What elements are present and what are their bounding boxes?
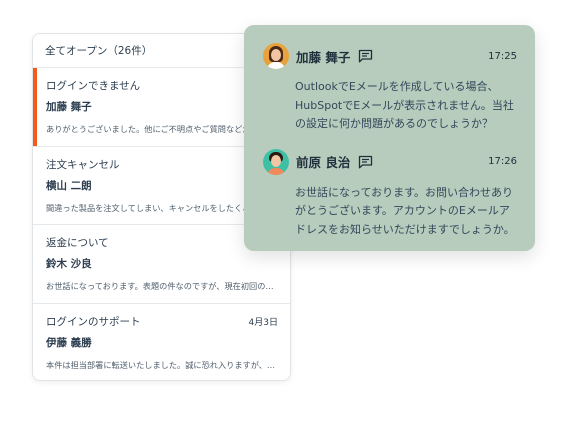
avatar — [263, 148, 289, 175]
message-text: お世話になっております。お問い合わせありがとうございます。アカウントのEメールア… — [295, 185, 515, 236]
chat-panel: 加藤 舞子 17:25 OutlookでEメールを作成している場合、HubSpo… — [244, 25, 535, 251]
sender-name: 加藤 舞子 — [296, 49, 351, 65]
ticket-date: 4月3日 — [248, 317, 278, 328]
ticket-contact-name: 鈴木 沙良 — [46, 258, 92, 270]
message-time: 17:26 — [488, 156, 517, 167]
message-time: 17:25 — [488, 50, 517, 62]
ticket-subject: ログインのサポート — [46, 315, 141, 328]
ticket-subject: 注文キャンセル — [46, 158, 120, 171]
chat-message: 前原 良治 17:26 お世話になっております。お問い合わせありがとうございます… — [263, 148, 517, 240]
ticket-item[interactable]: ログインのサポート 4月3日 伊藤 義勝 本件は担当部署に転送いたしました。誠に… — [33, 304, 290, 381]
avatar — [263, 43, 289, 69]
sender-name: 前原 良治 — [296, 155, 351, 170]
ticket-preview: 本件は担当部署に転送いたしました。誠に恐れ入りますが、… — [46, 359, 276, 370]
ticket-subject: ログインできません — [46, 80, 141, 92]
chat-message: 加藤 舞子 17:25 OutlookでEメールを作成している場合、HubSpo… — [263, 42, 517, 134]
ticket-preview: お世話になっております。表題の件なのですが、現在初回の… — [46, 281, 274, 291]
ticket-contact-name: 伊藤 義勝 — [46, 336, 92, 349]
chat-bubble-icon — [358, 49, 373, 63]
ticket-subject: 返金について — [46, 237, 109, 249]
message-text: OutlookでEメールを作成している場合、HubSpotでEメールが表示されま… — [295, 80, 514, 130]
chat-bubble-icon — [358, 155, 373, 169]
